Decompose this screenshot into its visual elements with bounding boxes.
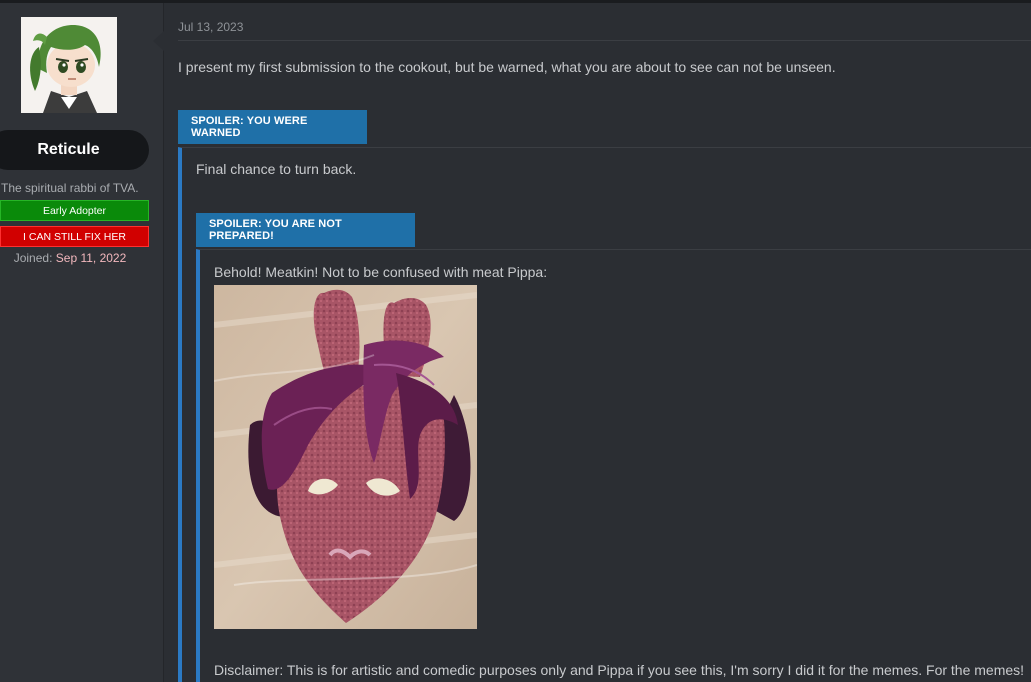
post-date[interactable]: Jul 13, 2023 <box>178 20 243 34</box>
joined-date: Sep 11, 2022 <box>55 251 127 265</box>
joined-label: Joined: <box>13 251 53 265</box>
spoiler-text-warned: Final chance to turn back. <box>196 161 357 177</box>
joined-info: Joined: Sep 11, 2022 <box>0 251 140 265</box>
post-intro: I present my first submission to the coo… <box>178 59 836 75</box>
spoiler-toggle-not-prepared[interactable]: SPOILER: YOU ARE NOT PREPARED! <box>196 213 415 247</box>
post-disclaimer: Disclaimer: This is for artistic and com… <box>214 662 1025 678</box>
avatar-image <box>21 17 117 113</box>
username[interactable]: Reticule <box>0 130 149 170</box>
spoiler-toggle-warned[interactable]: SPOILER: YOU WERE WARNED <box>178 110 367 144</box>
badge-early-adopter: Early Adopter <box>0 200 149 221</box>
divider <box>178 40 1031 41</box>
meatkin-photo[interactable] <box>214 285 477 629</box>
badge-fix-her: I CAN STILL FIX HER <box>0 226 149 247</box>
post-body: Jul 13, 2023 I present my first submissi… <box>165 3 1031 682</box>
user-title: The spiritual rabbi of TVA. <box>1 181 139 195</box>
avatar[interactable] <box>21 17 117 113</box>
post-pointer-arrow <box>153 30 165 52</box>
user-sidebar: Reticule The spiritual rabbi of TVA. Ear… <box>0 3 164 682</box>
meatkin-image <box>214 285 477 629</box>
spoiler-text-not-prepared: Behold! Meatkin! Not to be confused with… <box>214 264 548 280</box>
